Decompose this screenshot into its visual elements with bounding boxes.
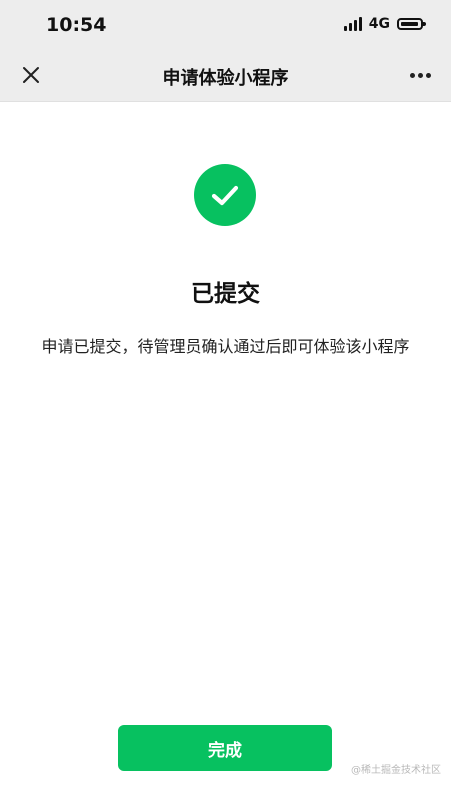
watermark: @稀土掘金技术社区: [351, 765, 441, 776]
signal-icon: [343, 17, 362, 31]
status-time: 10:54: [46, 14, 107, 36]
nav-bar: 申请体验小程序: [0, 50, 451, 102]
more-icon-dot: [417, 72, 423, 78]
battery-icon: [397, 18, 426, 30]
network-type: 4G: [368, 16, 390, 32]
more-icon-dot: [425, 72, 431, 78]
check-icon: [211, 185, 239, 206]
page-title: 申请体验小程序: [162, 68, 289, 89]
done-button[interactable]: 完成: [118, 725, 332, 771]
more-button[interactable]: [407, 64, 433, 86]
check-circle-icon: [194, 164, 256, 226]
result-title: 已提交: [191, 281, 260, 307]
status-icons: 4G: [343, 16, 426, 32]
result-description: 申请已提交，待管理员确认通过后即可体验该小程序: [41, 337, 410, 356]
status-bar: 10:54 4G: [0, 0, 451, 50]
more-icon-dot: [409, 72, 415, 78]
